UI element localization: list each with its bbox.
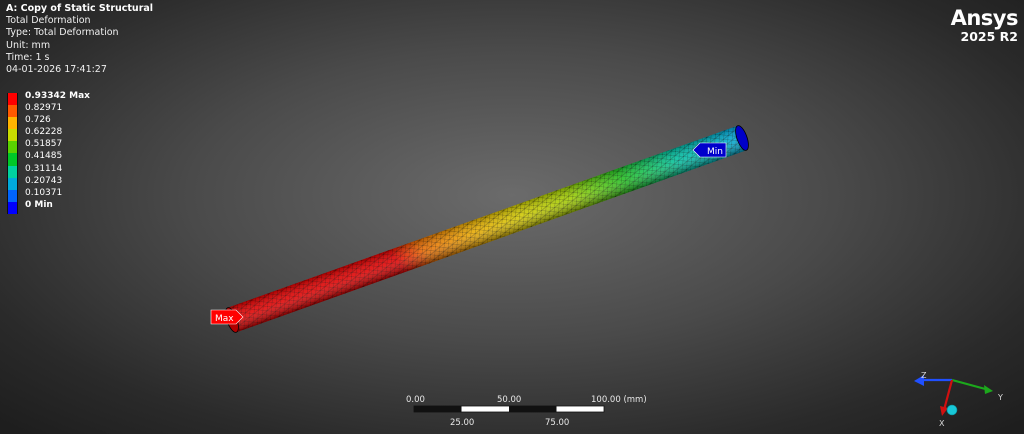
scale-seg-1	[414, 406, 462, 412]
scale-bar: 0.00 50.00 100.00 (mm) 25.00 75.00	[406, 395, 647, 428]
max-probe-tag[interactable]: Max	[210, 309, 244, 325]
scale-label-75: 75.00	[545, 418, 569, 428]
scale-label-100: 100.00 (mm)	[591, 395, 647, 405]
scale-label-50: 50.00	[497, 395, 521, 405]
model-viewport[interactable]: Max Min 0.00 50.00 100.00 (mm) 25.00 75.…	[0, 0, 1024, 434]
z-axis-label: Z	[921, 371, 927, 380]
beam-shading	[227, 125, 747, 333]
beam-model[interactable]	[223, 124, 751, 334]
y-axis-label: Y	[997, 393, 1003, 402]
min-probe-label: Min	[707, 147, 723, 157]
scale-label-0: 0.00	[406, 395, 425, 405]
scale-seg-3	[509, 406, 557, 412]
y-axis-line	[951, 378, 990, 392]
min-probe-tag[interactable]: Min	[692, 142, 727, 158]
axis-triad[interactable]: Y Z X	[914, 371, 1003, 428]
max-probe-label: Max	[215, 314, 234, 324]
y-axis-arrow	[984, 385, 993, 394]
scale-label-25: 25.00	[450, 418, 474, 428]
triad-origin-ball	[946, 404, 958, 416]
x-axis-label: X	[939, 419, 945, 428]
